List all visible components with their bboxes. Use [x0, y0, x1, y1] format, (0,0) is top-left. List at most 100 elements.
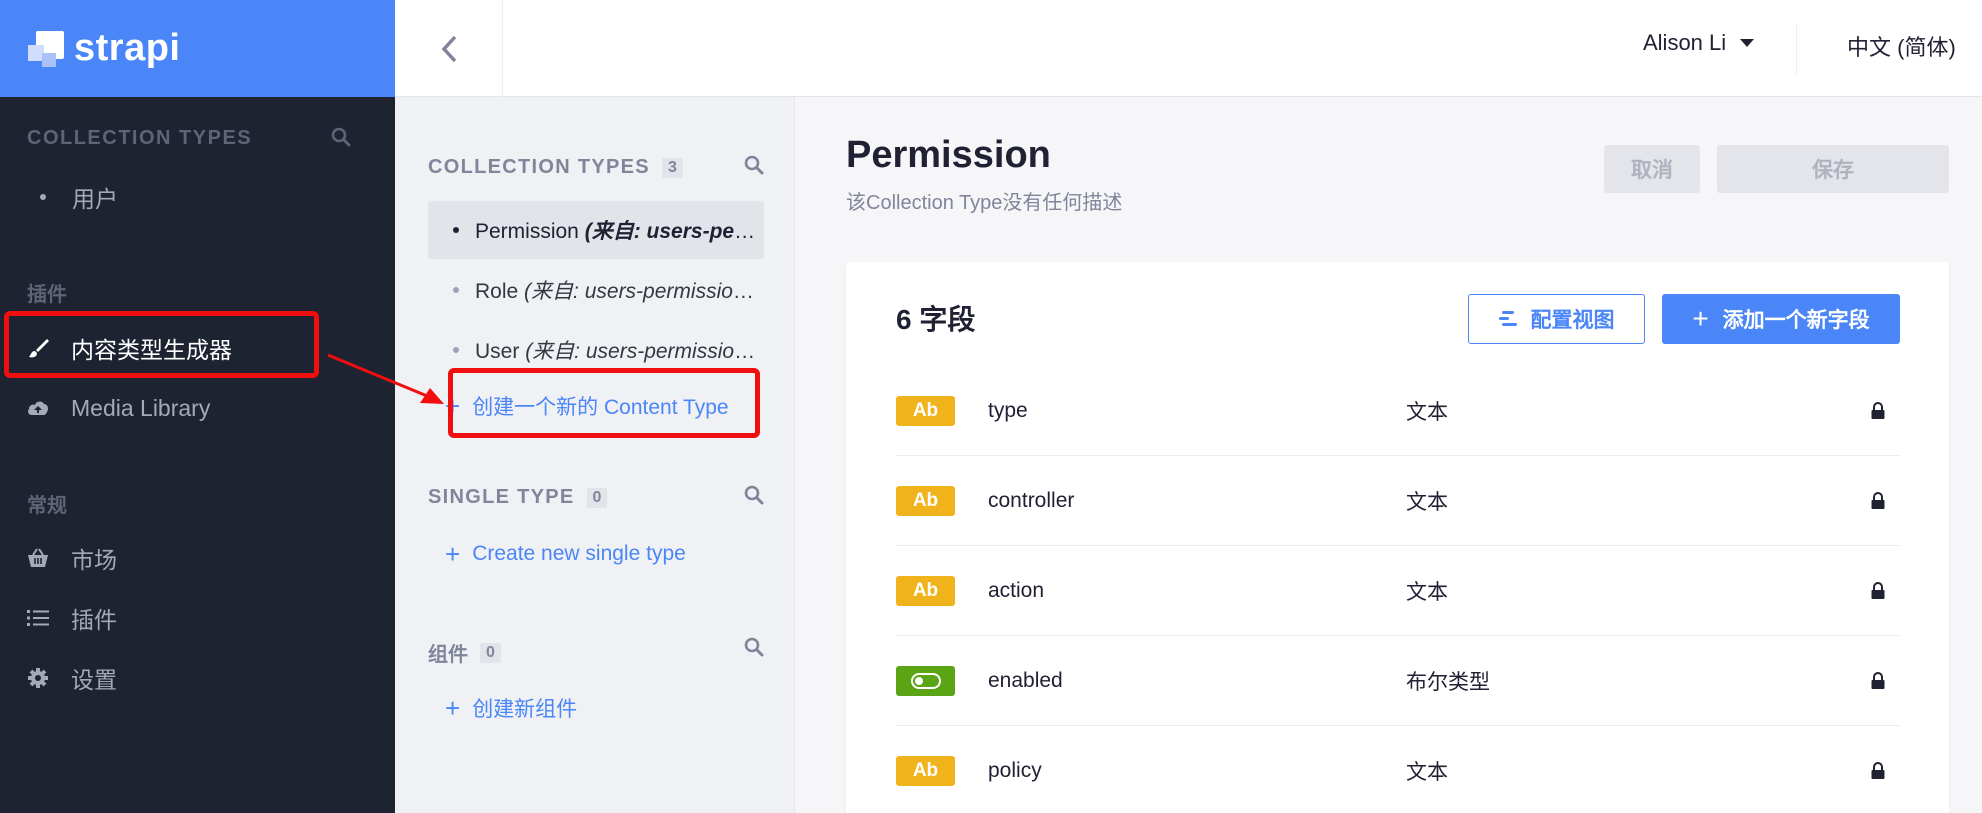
search-icon[interactable]: [744, 155, 764, 175]
text-type-badge: Ab: [896, 485, 955, 516]
field-type: 文本: [1406, 400, 1448, 424]
annotation-highlight-box: [4, 311, 319, 378]
collection-item-name: Role: [475, 280, 519, 303]
sidebar-item-label: 用户: [72, 186, 118, 212]
back-button[interactable]: [395, 0, 503, 97]
create-component-label: 创建新组件: [472, 698, 578, 721]
sidebar-item-users[interactable]: 用户: [0, 171, 395, 223]
chevron-left-icon: [441, 35, 456, 62]
annotation-arrow-icon: [327, 353, 444, 404]
field-row[interactable]: Ab policy 文本: [896, 726, 1900, 813]
collection-item-origin: (来自: users-permissions): [524, 280, 760, 303]
field-row[interactable]: Ab type 文本: [896, 366, 1900, 456]
field-type: 文本: [1406, 761, 1448, 784]
lock-icon: [1871, 491, 1885, 509]
cloud-upload-icon: [27, 397, 49, 419]
sidebar-item-label: 市场: [71, 547, 117, 573]
field-name: controller: [988, 488, 1075, 512]
annotation-highlight-box: [448, 368, 760, 438]
configure-view-button[interactable]: 配置视图: [1468, 294, 1645, 344]
content-type-builder-nav: COLLECTION TYPES 3 Permission (来自: users…: [395, 97, 795, 813]
heading-label: SINGLE TYPE: [428, 486, 575, 508]
sidebar-item-plugins[interactable]: 插件: [0, 592, 395, 644]
text-type-badge: Ab: [896, 575, 955, 606]
collection-item-permission[interactable]: Permission (来自: users-permissions): [428, 201, 764, 259]
boolean-type-badge: [896, 665, 955, 696]
lock-icon: [1871, 762, 1885, 779]
page-description: 该Collection Type没有任何描述: [846, 192, 1123, 214]
create-single-type-label: Create new single type: [472, 542, 686, 565]
field-type: 文本: [1406, 580, 1448, 604]
plugins-heading: 插件: [27, 284, 67, 306]
strapi-logo-icon: [28, 30, 64, 67]
fields-count-title: 6 字段: [896, 304, 976, 335]
cancel-button[interactable]: 取消: [1604, 145, 1700, 193]
fields-card: 6 字段 配置视图 + 添加一个新字段 Ab type 文本 Ab contro…: [846, 262, 1949, 813]
sidebar-item-label: Media Library: [71, 394, 211, 421]
lock-icon: [1871, 581, 1885, 599]
sidebar-item-label: 插件: [71, 607, 117, 633]
bullet-icon: [453, 347, 459, 353]
collection-item-name: User: [475, 340, 520, 363]
gear-icon: [27, 667, 49, 689]
plus-icon: +: [445, 539, 461, 569]
collection-item-origin: (来自: users-permissions): [525, 340, 760, 363]
text-type-badge: Ab: [896, 395, 955, 426]
layout-icon: [1498, 311, 1517, 327]
top-header: Alison Li 中文 (简体): [395, 0, 1982, 97]
field-row[interactable]: Ab action 文本: [896, 546, 1900, 636]
plus-icon: +: [445, 693, 461, 723]
lock-icon: [1871, 401, 1885, 419]
heading-label: 组件: [428, 644, 468, 666]
collection-item-label: Permission (来自: users-permissions): [475, 215, 760, 245]
add-field-button[interactable]: + 添加一个新字段: [1662, 294, 1900, 344]
bullet-icon: [453, 287, 459, 293]
bullet-icon: [40, 194, 46, 200]
bullet-icon: [453, 227, 459, 233]
field-name: action: [988, 578, 1045, 602]
language-selector[interactable]: 中文 (简体): [1847, 30, 1956, 62]
search-icon[interactable]: [744, 485, 764, 505]
user-name: Alison Li: [1643, 30, 1727, 55]
field-name: enabled: [988, 668, 1063, 692]
collection-types-heading: COLLECTION TYPES 3: [428, 156, 683, 179]
field-type: 布尔类型: [1406, 670, 1490, 694]
configure-view-label: 配置视图: [1530, 309, 1615, 332]
components-heading: 组件 0: [428, 638, 501, 667]
create-single-type-link[interactable]: + Create new single type: [445, 541, 686, 567]
single-type-heading: SINGLE TYPE 0: [428, 486, 608, 509]
components-count-badge: 0: [480, 642, 501, 663]
list-icon: [27, 607, 49, 629]
collection-item-origin: (来自: users-permissions): [584, 220, 760, 243]
save-button[interactable]: 保存: [1717, 145, 1949, 193]
sidebar-item-marketplace[interactable]: 市场: [0, 532, 395, 584]
field-type: 文本: [1406, 490, 1448, 514]
text-type-badge: Ab: [896, 756, 955, 786]
page-title: Permission: [846, 134, 1051, 176]
header-divider: [1796, 24, 1797, 74]
single-count-badge: 0: [586, 487, 608, 508]
sidebar-item-settings[interactable]: 设置: [0, 652, 395, 704]
general-heading: 常规: [27, 495, 67, 517]
sidebar-item-label: 设置: [71, 667, 117, 693]
brand-name: strapi: [74, 27, 181, 69]
create-component-link[interactable]: + 创建新组件: [445, 693, 577, 723]
basket-icon: [27, 547, 49, 569]
field-row[interactable]: enabled 布尔类型: [896, 636, 1900, 726]
collection-types-heading: COLLECTION TYPES: [27, 127, 253, 149]
field-row[interactable]: Ab controller 文本: [896, 456, 1900, 546]
brand-header[interactable]: strapi: [0, 0, 395, 97]
add-field-label: 添加一个新字段: [1722, 309, 1870, 332]
field-name: type: [988, 398, 1028, 422]
collection-item-name: Permission: [475, 220, 579, 243]
heading-label: COLLECTION TYPES: [428, 156, 650, 178]
toggle-icon: [910, 672, 941, 689]
chevron-down-icon: [1740, 39, 1755, 47]
plus-icon: +: [1692, 303, 1709, 334]
search-icon[interactable]: [744, 637, 764, 657]
collection-item-label: User (来自: users-permissions): [475, 335, 760, 365]
search-icon[interactable]: [331, 127, 351, 147]
collection-item-role[interactable]: Role (来自: users-permissions): [428, 261, 764, 319]
user-menu[interactable]: Alison Li: [1643, 30, 1755, 56]
lock-icon: [1871, 671, 1885, 689]
